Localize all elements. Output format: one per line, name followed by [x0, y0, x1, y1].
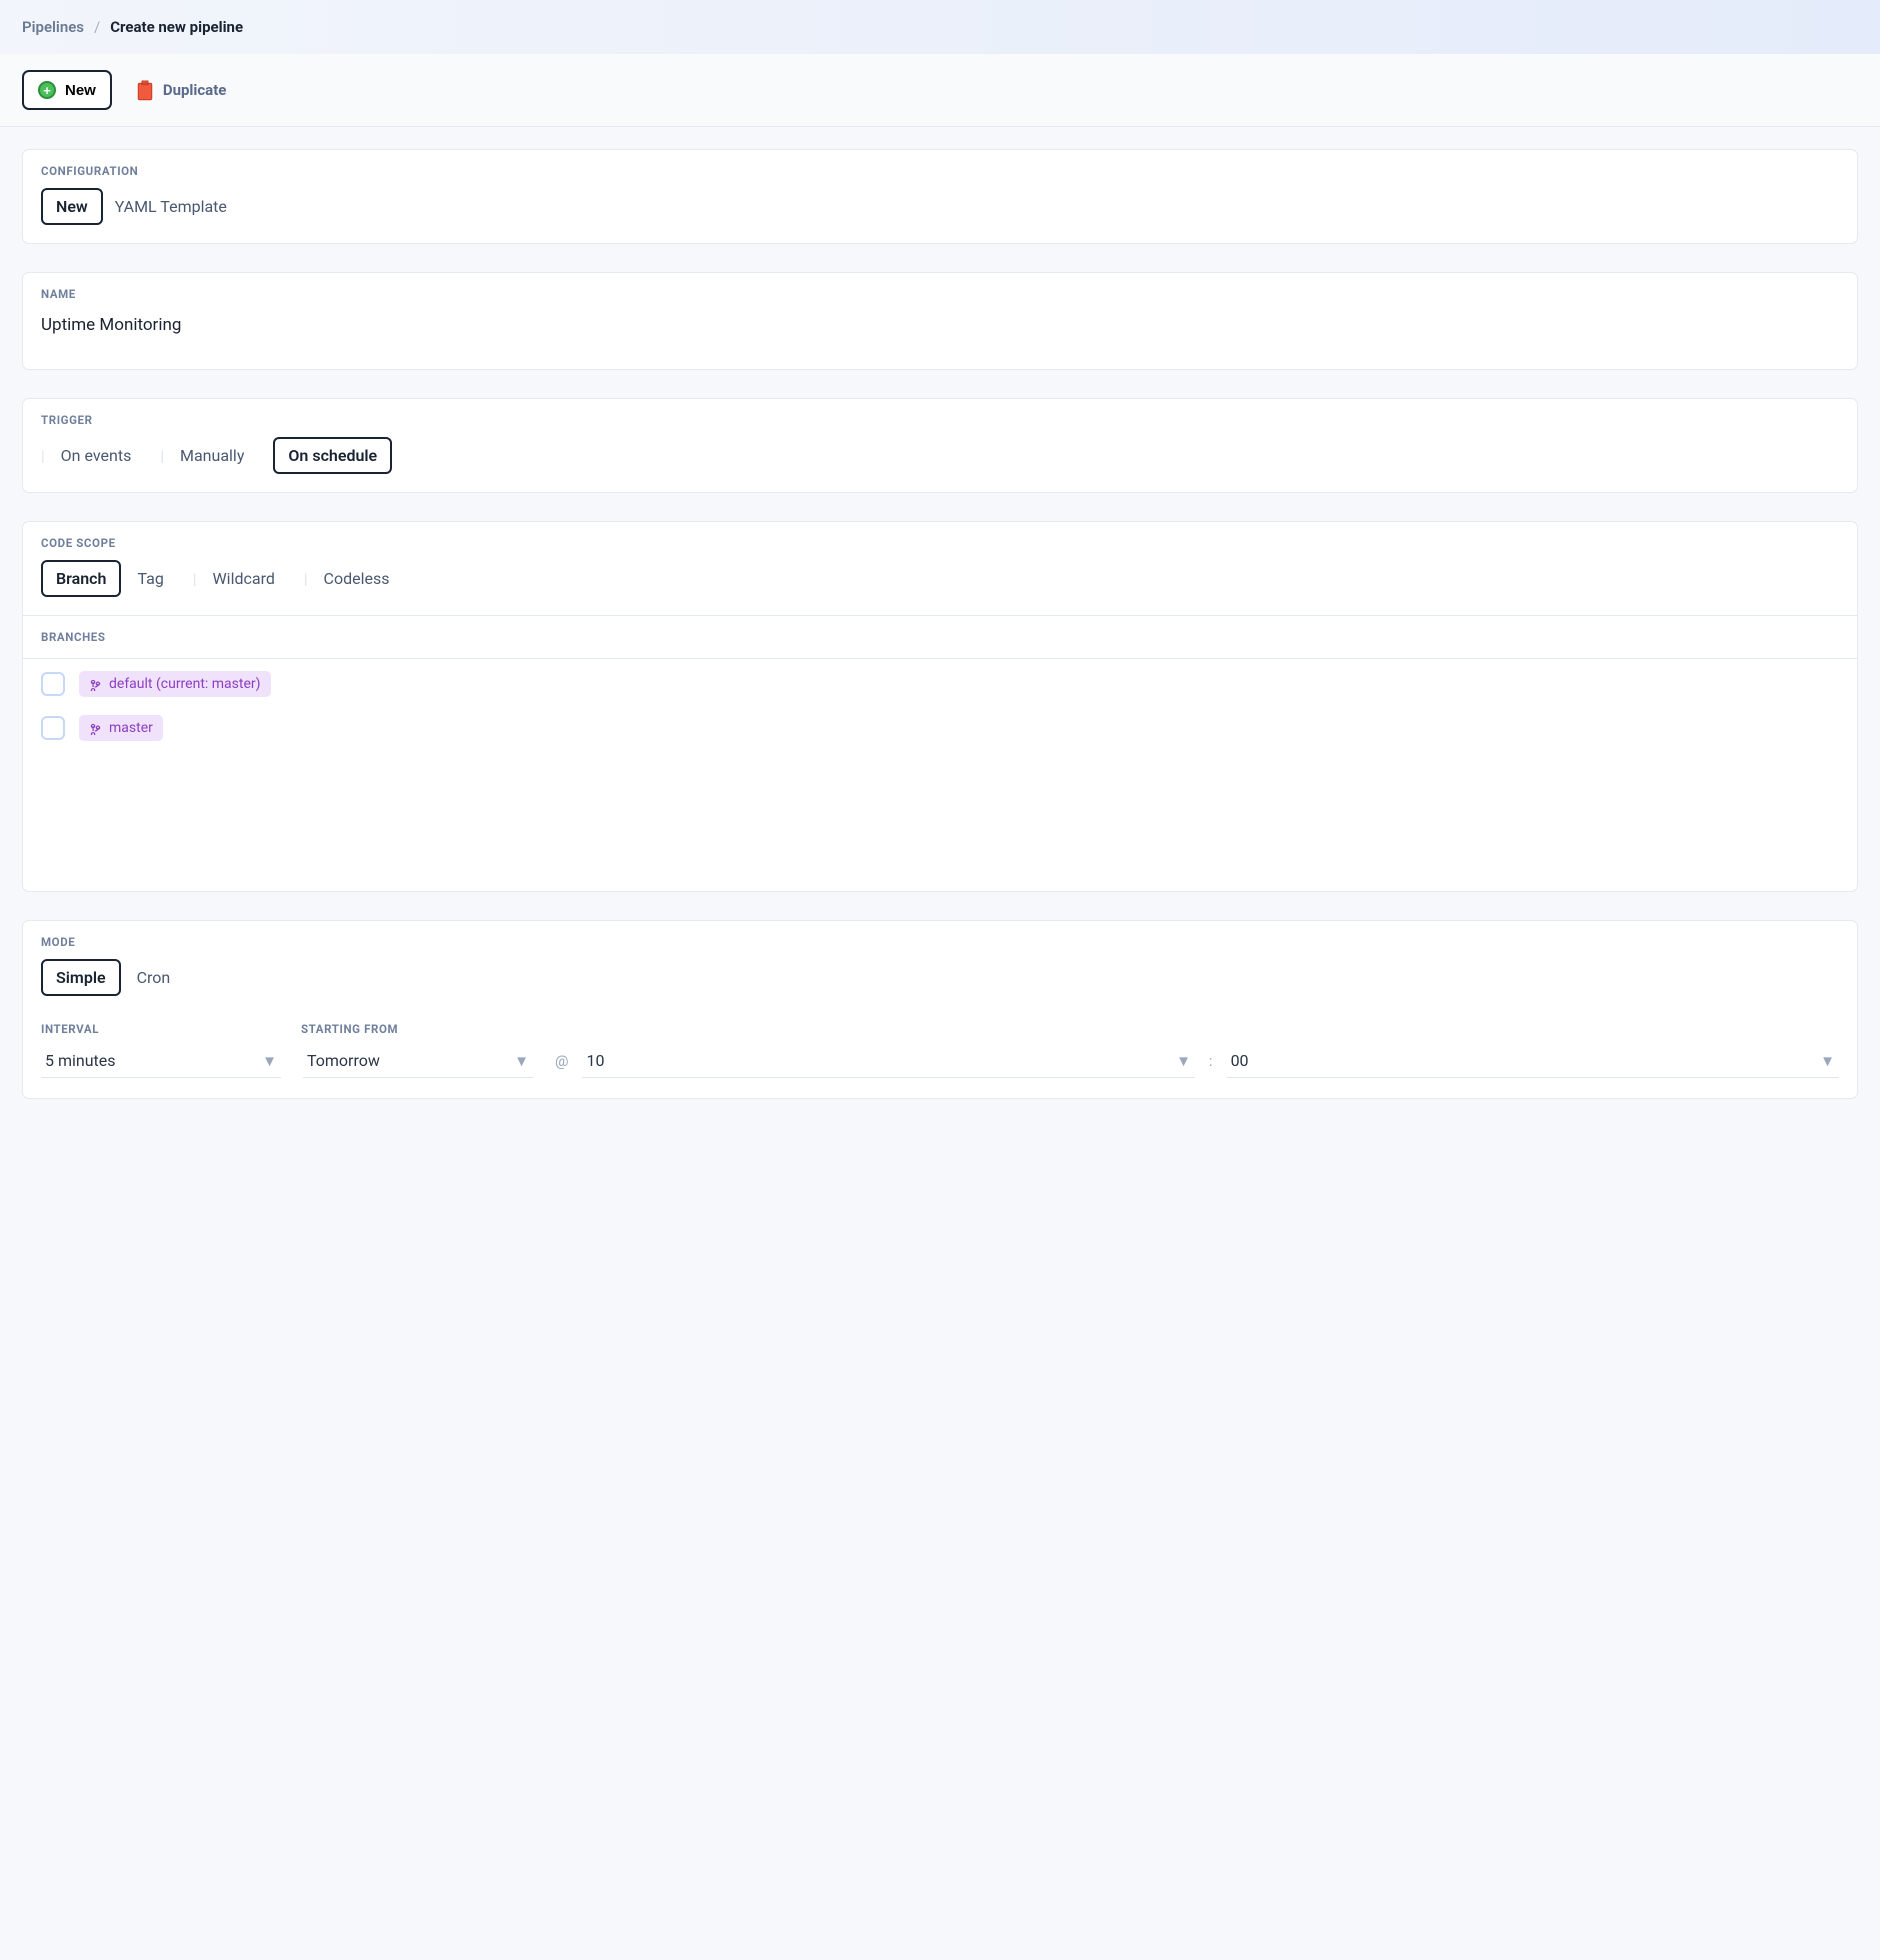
configuration-option-new[interactable]: New [41, 188, 103, 225]
breadcrumb-current: Create new pipeline [110, 18, 243, 36]
code-scope-option-wildcard[interactable]: Wildcard [210, 560, 289, 597]
top-actions-bar: + New Duplicate [0, 54, 1880, 127]
clipboard-icon [136, 79, 154, 101]
caret-down-icon: ▼ [262, 1052, 277, 1070]
configuration-heading: Configuration [23, 150, 1857, 188]
breadcrumb: Pipelines / Create new pipeline [0, 0, 1880, 54]
duplicate-button[interactable]: Duplicate [136, 79, 227, 101]
configuration-panel: Configuration New YAML Template [22, 149, 1858, 244]
branch-checkbox[interactable] [41, 672, 65, 696]
at-symbol: @ [555, 1052, 568, 1070]
option-divider: | [304, 570, 308, 588]
duplicate-label: Duplicate [163, 81, 227, 99]
schedule-panel: Mode Simple Cron Interval Starting From … [22, 920, 1858, 1099]
branches-heading: Branches [23, 616, 1857, 658]
starting-from-day-value: Tomorrow [307, 1051, 380, 1070]
mode-heading: Mode [23, 921, 1857, 959]
trigger-option-manually[interactable]: Manually [178, 437, 259, 474]
starting-minute-select[interactable]: 00 ▼ [1227, 1044, 1839, 1078]
interval-select[interactable]: 5 minutes ▼ [41, 1044, 281, 1078]
interval-value: 5 minutes [45, 1051, 116, 1070]
name-heading: Name [23, 273, 1857, 311]
option-divider: | [41, 447, 45, 465]
branch-label: master [109, 720, 153, 736]
branch-row: default (current: master) [41, 671, 1839, 697]
trigger-heading: Trigger [23, 399, 1857, 437]
caret-down-icon: ▼ [1176, 1052, 1191, 1070]
option-divider: | [160, 447, 164, 465]
option-divider: | [193, 570, 197, 588]
caret-down-icon: ▼ [1820, 1052, 1835, 1070]
trigger-panel: Trigger | On events | Manually On schedu… [22, 398, 1858, 493]
branch-label: default (current: master) [109, 676, 261, 692]
starting-from-day-select[interactable]: Tomorrow ▼ [303, 1044, 533, 1078]
starting-minute-value: 00 [1231, 1051, 1249, 1070]
breadcrumb-pipelines-link[interactable]: Pipelines [22, 18, 84, 36]
git-branch-icon [89, 722, 102, 735]
new-button[interactable]: + New [22, 70, 112, 110]
name-panel: Name Uptime Monitoring [22, 272, 1858, 370]
mode-option-simple[interactable]: Simple [41, 959, 121, 996]
configuration-option-yaml[interactable]: YAML Template [115, 197, 227, 216]
name-input[interactable]: Uptime Monitoring [41, 311, 1839, 351]
breadcrumb-separator: / [94, 18, 100, 36]
branch-row: master [41, 715, 1839, 741]
starting-hour-select[interactable]: 10 ▼ [582, 1044, 1194, 1078]
git-branch-icon [89, 678, 102, 691]
code-scope-option-branch[interactable]: Branch [41, 560, 121, 597]
code-scope-panel: Code Scope Branch Tag | Wildcard | Codel… [22, 521, 1858, 892]
new-button-label: New [65, 82, 96, 99]
interval-heading: Interval [23, 1014, 283, 1044]
mode-option-cron[interactable]: Cron [135, 959, 186, 996]
trigger-option-events[interactable]: On events [59, 437, 147, 474]
plus-circle-icon: + [38, 81, 56, 99]
caret-down-icon: ▼ [514, 1052, 529, 1070]
branch-chip-default[interactable]: default (current: master) [79, 671, 271, 697]
code-scope-option-codeless[interactable]: Codeless [322, 560, 405, 597]
starting-from-heading: Starting From [283, 1014, 533, 1044]
code-scope-heading: Code Scope [23, 522, 1857, 560]
code-scope-option-tag[interactable]: Tag [135, 560, 178, 597]
branches-list: default (current: master) master [23, 659, 1857, 891]
starting-hour-value: 10 [586, 1051, 604, 1070]
branch-chip-master[interactable]: master [79, 715, 163, 741]
trigger-option-schedule[interactable]: On schedule [273, 437, 392, 474]
branch-checkbox[interactable] [41, 716, 65, 740]
colon-symbol: : [1209, 1052, 1213, 1070]
